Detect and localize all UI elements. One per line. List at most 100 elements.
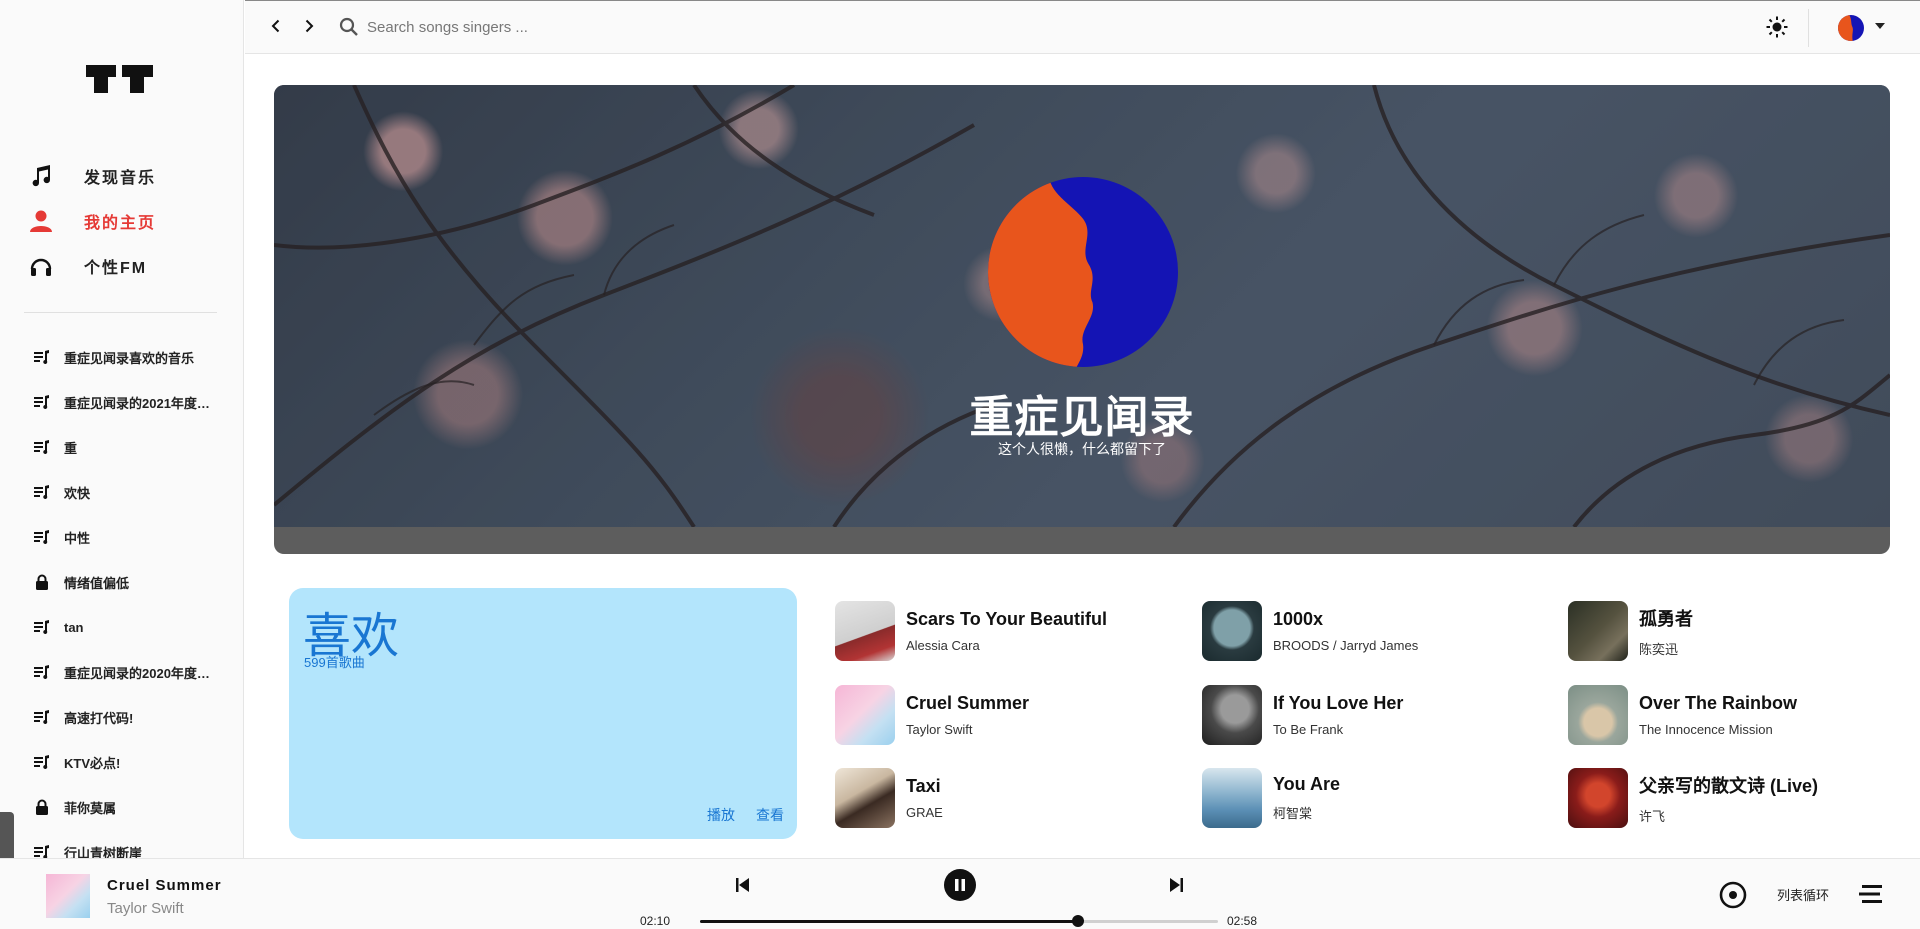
app-logo[interactable] [86,62,154,96]
song-title: If You Love Her [1273,693,1404,713]
now-playing-artist[interactable]: Taylor Swift [107,900,184,917]
song-item[interactable]: Scars To Your Beautiful Alessia Cara [835,600,1175,662]
song-title: 1000x [1273,609,1324,629]
lock-icon [34,799,50,815]
playlist-icon [34,349,50,365]
search-input[interactable] [367,13,867,41]
pause-icon [955,879,965,891]
sidebar-playlist-item[interactable]: KTV必点! [34,750,120,774]
song-artist: The Innocence Mission [1639,722,1773,737]
sidebar-playlist-item[interactable]: 重症见闻录喜欢的音乐 [34,345,194,369]
song-item[interactable]: Cruel Summer Taylor Swift [835,684,1175,746]
account-menu-caret-icon[interactable] [1875,23,1885,29]
song-item[interactable]: 1000x BROODS / Jarryd James [1202,600,1542,662]
profile-banner: 重症见闻录 这个人很懒，什么都留下了 [274,85,1890,554]
liked-songs-card[interactable]: 喜欢 599首歌曲 播放 查看 [289,588,797,839]
sidebar-playlist-item[interactable]: 重 [34,435,77,459]
nav-my-home[interactable]: 我的主页 [28,204,156,238]
song-cover [835,601,895,661]
song-title: Scars To Your Beautiful [906,609,1108,629]
playlist-icon [34,664,50,680]
view-liked-button[interactable]: 查看 [756,805,784,825]
song-artist: 许飞 [1639,808,1666,824]
previous-button[interactable] [733,875,753,895]
nav-discover-music[interactable]: 发现音乐 [28,159,156,193]
music-note-icon [28,163,54,189]
player-bar: Cruel Summer Taylor Swift 02:10 02:58 列表… [0,858,1920,929]
now-playing-cover[interactable] [46,874,90,918]
queue-button[interactable] [1858,881,1884,907]
now-playing-title[interactable]: Cruel Summer [107,877,222,894]
song-cover [1568,768,1628,828]
song-cover [1202,768,1262,828]
nav-label: 我的主页 [84,215,157,232]
playlist-label: 重症见闻录喜欢的音乐 [64,350,195,366]
sidebar-playlist-item[interactable]: 菲你莫属 [34,795,116,819]
play-mode-label[interactable]: 列表循环 [1777,885,1829,904]
song-cover [835,685,895,745]
playlist-label: 情绪值偏低 [64,575,130,591]
progress-bar[interactable] [700,915,1218,927]
playlist-label: tan [64,619,84,635]
playlist-icon [34,529,50,545]
song-title: 孤勇者 [1639,608,1693,629]
sidebar-playlist-item[interactable]: 情绪值偏低 [34,570,129,594]
song-cover [1568,601,1628,661]
progress-knob[interactable] [1072,915,1085,927]
playlist-label: 高速打代码! [64,710,134,726]
person-icon [28,208,54,234]
playlist-label: 重 [64,440,78,456]
disc-icon [1719,881,1747,909]
playlist-label: KTV必点! [64,755,121,771]
song-title: Cruel Summer [906,693,1030,713]
sidebar-playlist-item[interactable]: 中性 [34,525,90,549]
play-liked-button[interactable]: 播放 [707,805,735,825]
sidebar-playlist-item[interactable]: 欢快 [34,480,90,504]
sidebar-playlist-item[interactable]: 重症见闻录的2021年度歌单 [34,390,214,414]
playlist-icon [34,394,50,410]
playlist-icon [34,439,50,455]
song-artist: 陈奕迅 [1639,641,1679,657]
back-button[interactable] [265,15,287,37]
playlist-icon [34,754,50,770]
lyrics-button[interactable] [1718,880,1748,910]
profile-avatar[interactable] [988,177,1178,367]
song-cover [1202,685,1262,745]
song-cover [1202,601,1262,661]
song-item[interactable]: If You Love Her To Be Frank [1202,684,1542,746]
chevron-right-icon [305,19,314,33]
theme-toggle-sun-icon[interactable] [1765,15,1789,39]
nav-personal-fm[interactable]: 个性FM [28,249,147,283]
queue-list-icon [1859,885,1882,903]
playlist-label: 中性 [64,530,91,546]
playlist-label: 重症见闻录的2020年度歌单 [64,665,214,681]
play-pause-button[interactable] [944,869,976,901]
song-title: Over The Rainbow [1639,693,1798,713]
playlist-label: 欢快 [64,485,91,501]
song-item[interactable]: You Are 柯智棠 [1202,767,1542,829]
song-cover [1568,685,1628,745]
sidebar-playlist-item[interactable]: 高速打代码! [34,705,133,729]
sidebar-playlist-item[interactable]: tan [34,615,84,639]
nav-label: 个性FM [84,260,148,277]
lock-icon [34,574,50,590]
song-item[interactable]: 父亲写的散文诗 (Live) 许飞 [1568,767,1908,829]
song-item[interactable]: 孤勇者 陈奕迅 [1568,600,1908,662]
sidebar-divider [24,312,217,313]
song-item[interactable]: Taxi GRAE [835,767,1175,829]
playlist-label: 菲你莫属 [64,800,117,816]
user-avatar[interactable] [1838,15,1864,41]
nav-label: 发现音乐 [84,170,157,187]
song-title: Taxi [906,776,941,796]
song-artist: Alessia Cara [906,638,980,653]
next-button[interactable] [1166,875,1186,895]
forward-button[interactable] [298,15,320,37]
song-artist: To Be Frank [1273,722,1344,737]
playlist-icon [34,484,50,500]
sidebar-playlist-item[interactable]: 行山青树断崖 [34,840,142,858]
song-item[interactable]: Over The Rainbow The Innocence Mission [1568,684,1908,746]
song-artist: GRAE [906,805,943,820]
skip-previous-icon [736,878,749,892]
liked-song-count: 599首歌曲 [304,655,365,670]
sidebar-playlist-item[interactable]: 重症见闻录的2020年度歌单 [34,660,214,684]
